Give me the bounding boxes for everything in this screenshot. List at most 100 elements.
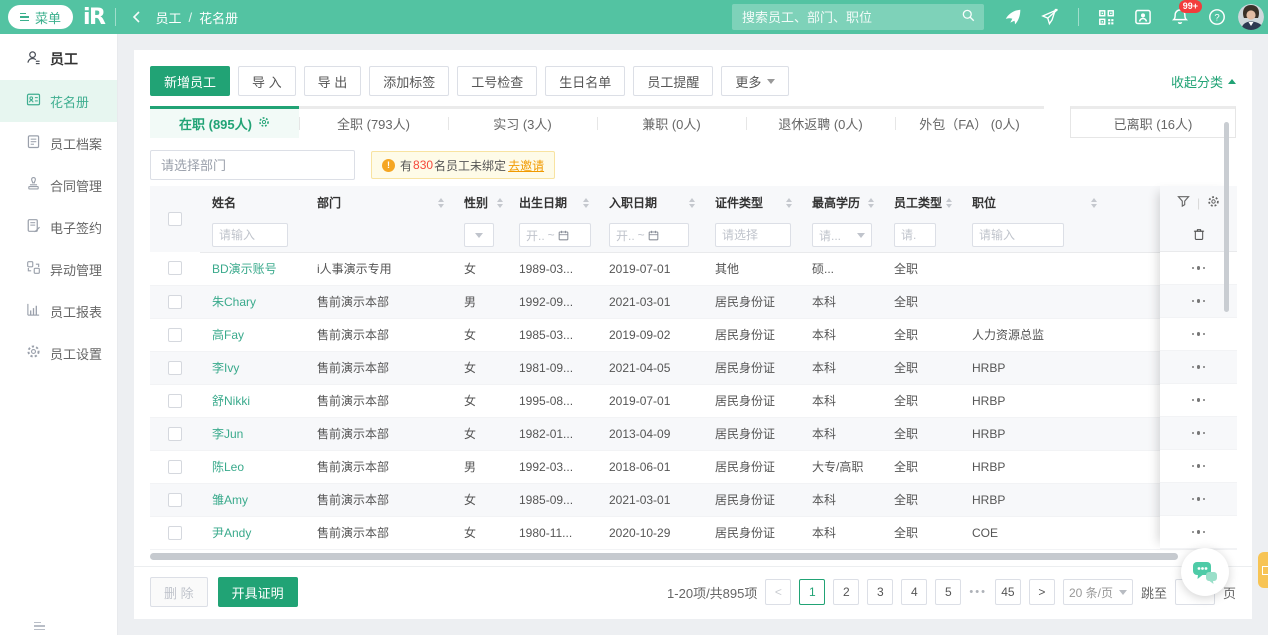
search-input[interactable] [742, 10, 961, 25]
collapse-categories-link[interactable]: 收起分类 [1171, 72, 1236, 91]
tab-rehired[interactable]: 退休返聘 (0人) [746, 106, 895, 138]
user-avatar[interactable] [1238, 4, 1264, 30]
employee-name-link[interactable]: 陈Leo [212, 460, 244, 474]
row-more-actions[interactable] [1160, 516, 1237, 549]
app-logo[interactable]: iR [83, 5, 104, 30]
sidebar-collapse-icon[interactable] [34, 622, 45, 631]
gender-filter-select[interactable] [464, 223, 494, 247]
row-checkbox[interactable] [168, 394, 182, 408]
breadcrumb-page[interactable]: 花名册 [199, 8, 238, 27]
page-ellipsis[interactable]: ••• [969, 586, 987, 598]
breadcrumb-section[interactable]: 员工 [156, 8, 182, 27]
idtype-filter-input[interactable] [715, 223, 791, 247]
sort-icon[interactable] [497, 198, 503, 208]
horizontal-scrollbar-thumb[interactable] [150, 553, 1178, 560]
column-settings-gear-icon[interactable] [1207, 195, 1220, 211]
row-checkbox[interactable] [168, 526, 182, 540]
tab-intern[interactable]: 实习 (3人) [448, 106, 597, 138]
position-filter-input[interactable] [972, 223, 1064, 247]
sort-icon[interactable] [438, 198, 444, 208]
page-button-3[interactable]: 3 [867, 579, 893, 605]
sidebar-item-contracts[interactable]: 合同管理 [0, 164, 117, 206]
row-checkbox[interactable] [168, 361, 182, 375]
add-employee-button[interactable]: 新增员工 [150, 66, 230, 96]
tab-resigned[interactable]: 已离职 (16人) [1070, 106, 1236, 138]
tab-parttime[interactable]: 兼职 (0人) [597, 106, 746, 138]
help-icon[interactable]: ? [1208, 8, 1226, 26]
prev-page-button[interactable]: < [765, 579, 791, 605]
sort-icon[interactable] [786, 198, 792, 208]
row-more-actions[interactable] [1160, 483, 1237, 516]
sidebar-item-settings[interactable]: 员工设置 [0, 332, 117, 374]
employee-name-link[interactable]: BD演示账号 [212, 262, 277, 276]
next-page-button[interactable]: > [1029, 579, 1055, 605]
sort-icon[interactable] [1091, 198, 1097, 208]
page-button-1[interactable]: 1 [799, 579, 825, 605]
employee-name-link[interactable]: 李Ivy [212, 361, 239, 375]
sidebar-item-reports[interactable]: 员工报表 [0, 290, 117, 332]
page-button-45[interactable]: 45 [995, 579, 1021, 605]
hiredate-filter-range[interactable]: 开..~ [609, 223, 689, 247]
sort-icon[interactable] [583, 198, 589, 208]
select-all-checkbox[interactable] [168, 212, 182, 226]
chat-fab-button[interactable] [1181, 548, 1229, 596]
search-icon[interactable] [961, 8, 976, 26]
employee-name-link[interactable]: 舒Nikki [212, 394, 250, 408]
side-panel-tab[interactable] [1258, 552, 1268, 588]
send-icon[interactable] [1041, 8, 1059, 26]
employee-name-link[interactable]: 朱Chary [212, 295, 256, 309]
employee-reminder-button[interactable]: 员工提醒 [633, 66, 713, 96]
row-more-actions[interactable] [1160, 384, 1237, 417]
employee-id-check-button[interactable]: 工号检查 [457, 66, 537, 96]
export-button[interactable]: 导 出 [304, 66, 362, 96]
issue-certificate-button[interactable]: 开具证明 [218, 577, 298, 607]
department-select[interactable] [150, 150, 355, 180]
page-size-select[interactable]: 20 条/页 [1063, 579, 1133, 605]
sort-icon[interactable] [689, 198, 695, 208]
sort-icon[interactable] [868, 198, 874, 208]
sidebar-item-roster[interactable]: 花名册 [0, 80, 117, 122]
row-checkbox[interactable] [168, 261, 182, 275]
sidebar-item-transfers[interactable]: 异动管理 [0, 248, 117, 290]
add-tag-button[interactable]: 添加标签 [369, 66, 449, 96]
row-checkbox[interactable] [168, 328, 182, 342]
filter-funnel-icon[interactable] [1177, 195, 1190, 211]
page-button-4[interactable]: 4 [901, 579, 927, 605]
department-input[interactable] [161, 158, 344, 173]
page-button-5[interactable]: 5 [935, 579, 961, 605]
tab-outsourced[interactable]: 外包（FA） (0人) [895, 106, 1044, 138]
name-filter-input[interactable] [212, 223, 288, 247]
emptype-filter-input[interactable] [894, 223, 936, 247]
employee-name-link[interactable]: 李Jun [212, 427, 243, 441]
invite-link[interactable]: 去邀请 [508, 157, 544, 174]
row-checkbox[interactable] [168, 295, 182, 309]
row-checkbox[interactable] [168, 427, 182, 441]
birthday-list-button[interactable]: 生日名单 [545, 66, 625, 96]
menu-button[interactable]: 菜单 [8, 5, 73, 29]
birthdate-filter-range[interactable]: 开..~ [519, 223, 591, 247]
vertical-scrollbar-thumb[interactable] [1224, 122, 1229, 312]
back-icon[interactable] [130, 10, 144, 24]
row-checkbox[interactable] [168, 493, 182, 507]
employee-name-link[interactable]: 尹Andy [212, 526, 251, 540]
row-checkbox[interactable] [168, 460, 182, 474]
qr-code-icon[interactable] [1098, 9, 1115, 26]
more-button[interactable]: 更多 [721, 66, 789, 96]
notifications-bell-icon[interactable]: 99+ [1171, 8, 1189, 26]
sidebar-item-esign[interactable]: 电子签约 [0, 206, 117, 248]
tab-active-employees[interactable]: 在职 (895人) [150, 106, 299, 138]
row-more-actions[interactable] [1160, 417, 1237, 450]
education-filter-select[interactable]: 请... [812, 223, 872, 247]
clear-filters-trash-icon[interactable] [1192, 227, 1206, 244]
tab-gear-icon[interactable] [258, 116, 270, 131]
delete-button[interactable]: 删 除 [150, 577, 208, 607]
employee-name-link[interactable]: 高Fay [212, 328, 244, 342]
row-more-actions[interactable] [1160, 351, 1237, 384]
tab-fulltime[interactable]: 全职 (793人) [299, 106, 448, 138]
sort-icon[interactable] [946, 198, 952, 208]
page-button-2[interactable]: 2 [833, 579, 859, 605]
dingtalk-icon[interactable] [1004, 8, 1022, 26]
row-more-actions[interactable] [1160, 450, 1237, 483]
contacts-icon[interactable] [1134, 8, 1152, 26]
employee-name-link[interactable]: 雏Amy [212, 493, 248, 507]
